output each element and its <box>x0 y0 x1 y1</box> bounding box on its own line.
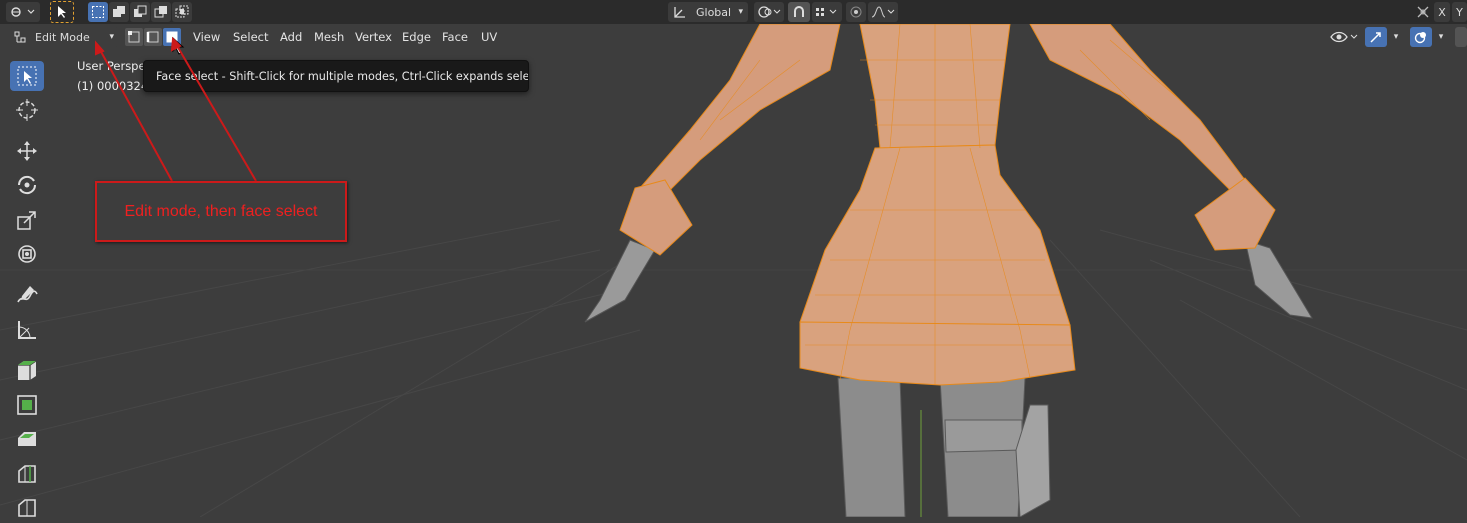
bevel-icon <box>18 465 36 483</box>
viewport-header: Edit Mode ▾ View Select Add Mesh Vertex … <box>0 24 1467 55</box>
chevron-down-icon: ▾ <box>738 7 743 17</box>
add-cube-tool[interactable] <box>10 355 44 385</box>
visibility-dropdown[interactable] <box>1328 27 1362 47</box>
transform-icon <box>18 245 36 263</box>
cursor-icon <box>16 99 38 121</box>
move-tool[interactable] <box>10 136 44 166</box>
menu-view[interactable]: View <box>187 28 226 46</box>
move-icon <box>17 141 37 161</box>
extrude-tool[interactable] <box>10 390 44 420</box>
axis-x-toggle[interactable]: X <box>1434 2 1450 22</box>
orientation-value: Global <box>696 5 732 19</box>
select-invert-icon[interactable] <box>151 2 171 22</box>
annotation-note: Edit mode, then face select <box>95 181 347 242</box>
gizmo-toggle-icon[interactable] <box>1365 27 1387 47</box>
transform-orientation-dropdown[interactable]: Global ▾ <box>668 2 748 22</box>
mode-dropdown[interactable]: Edit Mode ▾ <box>9 27 119 47</box>
select-cursor-icon[interactable] <box>50 1 74 23</box>
annotate-tool[interactable] <box>10 280 44 310</box>
face-select-tooltip: Face select - Shift-Click for multiple m… <box>143 60 529 92</box>
object-label: (1) 0000324 <box>77 79 149 93</box>
dress-mesh <box>799 23 1076 386</box>
menu-uv[interactable]: UV <box>475 28 503 46</box>
select-extend-icon[interactable] <box>109 2 129 22</box>
loop-cut-tool[interactable] <box>10 493 44 523</box>
chevron-down-icon[interactable]: ▾ <box>1434 27 1448 47</box>
scale-icon <box>17 211 36 230</box>
cursor-tool[interactable] <box>10 95 44 125</box>
select-box-icon[interactable] <box>88 2 108 22</box>
inset-tool[interactable] <box>10 424 44 454</box>
chevron-down-icon[interactable]: ▾ <box>1389 27 1403 47</box>
legs <box>837 377 1051 517</box>
editor-type-icon[interactable] <box>6 2 40 22</box>
falloff-icon[interactable] <box>868 2 898 22</box>
vertex-select-icon <box>128 31 140 43</box>
axis-y-toggle[interactable]: Y <box>1452 2 1467 22</box>
overlays-toggle-icon[interactable] <box>1410 27 1432 47</box>
top-toolbar: Global ▾ X Y <box>0 0 1467 24</box>
menu-vertex[interactable]: Vertex <box>349 28 398 46</box>
edit-mode-icon <box>14 31 26 43</box>
rotate-icon <box>17 175 37 195</box>
select-subtract-icon[interactable] <box>130 2 150 22</box>
pivot-icon[interactable] <box>754 2 784 22</box>
menu-select[interactable]: Select <box>227 28 274 46</box>
select-box-icon <box>17 66 37 86</box>
inset-icon <box>18 432 36 446</box>
extrude-icon <box>17 395 37 415</box>
menu-face[interactable]: Face <box>436 28 474 46</box>
orientation-icon <box>674 7 685 18</box>
edge-select-button[interactable] <box>144 28 162 46</box>
annotation-text: Edit mode, then face select <box>124 202 318 220</box>
mode-label: Edit Mode <box>35 30 90 44</box>
measure-icon <box>18 321 36 339</box>
snap-increment-icon[interactable] <box>812 2 842 22</box>
xray-toggle-icon[interactable] <box>1455 27 1467 47</box>
bevel-tool[interactable] <box>10 459 44 489</box>
annotate-icon <box>17 286 38 303</box>
snap-icon[interactable] <box>788 2 810 22</box>
select-box-tool[interactable] <box>10 61 44 91</box>
scale-tool[interactable] <box>10 205 44 235</box>
mouse-cursor-icon <box>172 37 185 55</box>
select-intersect-icon[interactable] <box>172 2 192 22</box>
edge-select-icon <box>146 31 159 43</box>
menu-mesh[interactable]: Mesh <box>308 28 350 46</box>
floor-grid <box>0 219 1467 517</box>
axis-lock-icon[interactable] <box>1414 2 1432 22</box>
menu-edge[interactable]: Edge <box>396 28 437 46</box>
loop-cut-icon <box>18 499 36 517</box>
vertex-select-button[interactable] <box>125 28 143 46</box>
eye-icon <box>1330 31 1358 43</box>
menu-add[interactable]: Add <box>274 28 308 46</box>
add-cube-icon <box>18 360 37 380</box>
measure-tool[interactable] <box>10 315 44 345</box>
proportional-edit-icon[interactable] <box>846 2 866 22</box>
transform-tool[interactable] <box>10 239 44 269</box>
chevron-down-icon: ▾ <box>109 32 114 42</box>
rotate-tool[interactable] <box>10 170 44 200</box>
